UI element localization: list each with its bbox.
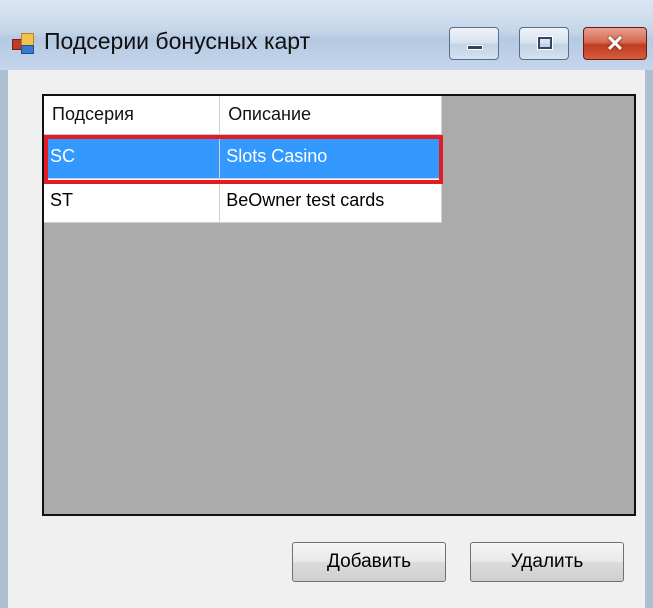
minimize-button[interactable] xyxy=(449,27,499,60)
minimize-icon xyxy=(467,45,483,50)
delete-button[interactable]: Удалить xyxy=(470,542,624,582)
app-window-icon xyxy=(12,33,34,54)
maximize-button[interactable] xyxy=(519,27,569,60)
dialog-window: Подсерии бонусных карт ✕ Подсерия Описан… xyxy=(0,0,653,608)
subseries-table: Подсерия Описание SC Slots Casino ST BeO… xyxy=(44,96,442,223)
table-row[interactable]: SC Slots Casino xyxy=(44,134,442,179)
window-title: Подсерии бонусных карт xyxy=(44,28,311,54)
column-header-description[interactable]: Описание xyxy=(219,96,442,135)
table-row[interactable]: ST BeOwner test cards xyxy=(44,178,442,223)
cell-description[interactable]: BeOwner test cards xyxy=(219,178,442,223)
maximize-icon xyxy=(537,36,553,50)
title-bar[interactable]: Подсерии бонусных карт ✕ xyxy=(0,0,653,70)
header-row: Подсерия Описание xyxy=(44,96,442,135)
add-button[interactable]: Добавить xyxy=(292,542,446,582)
cell-code[interactable]: SC xyxy=(44,134,221,179)
cell-code[interactable]: ST xyxy=(44,178,221,223)
column-header-subseries[interactable]: Подсерия xyxy=(44,96,221,135)
close-icon: ✕ xyxy=(605,31,625,56)
client-area: Подсерия Описание SC Slots Casino ST BeO… xyxy=(8,70,645,608)
subseries-grid[interactable]: Подсерия Описание SC Slots Casino ST BeO… xyxy=(42,94,636,516)
cell-description[interactable]: Slots Casino xyxy=(219,134,442,179)
close-button[interactable]: ✕ xyxy=(583,27,647,60)
